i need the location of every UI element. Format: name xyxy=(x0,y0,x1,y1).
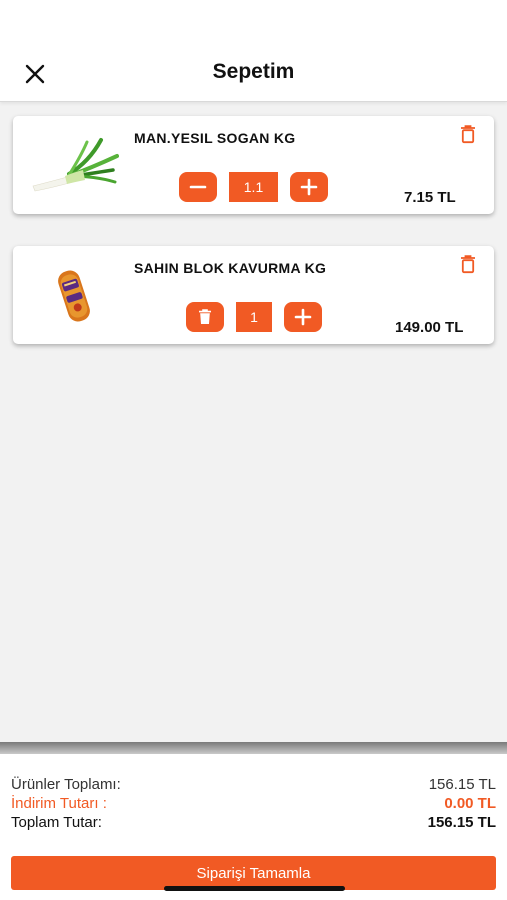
trash-icon xyxy=(199,309,211,324)
quantity-value[interactable]: 1 xyxy=(236,302,272,332)
product-name: MAN.YESIL SOGAN KG xyxy=(134,130,296,146)
products-total-value: 156.15 TL xyxy=(428,776,496,793)
grand-total-label: Toplam Tutar: xyxy=(11,814,102,831)
kavurma-package-image[interactable] xyxy=(53,268,95,324)
home-indicator[interactable] xyxy=(164,886,345,891)
products-total-row: Ürünler Toplamı: 156.15 TL xyxy=(11,776,496,796)
trash-icon[interactable] xyxy=(458,124,478,144)
header-bar: Sepetim xyxy=(0,0,507,102)
grand-total-row: Toplam Tutar: 156.15 TL xyxy=(11,814,496,834)
complete-order-button[interactable]: Siparişi Tamamla xyxy=(11,856,496,890)
discount-row: İndirim Tutarı : 0.00 TL xyxy=(11,795,496,815)
green-onion-image[interactable] xyxy=(29,136,119,192)
increase-quantity-button[interactable] xyxy=(284,302,322,332)
summary-divider xyxy=(0,742,507,754)
products-total-label: Ürünler Toplamı: xyxy=(11,776,121,793)
discount-value: 0.00 TL xyxy=(444,795,496,812)
grand-total-value: 156.15 TL xyxy=(427,814,496,831)
decrease-quantity-button[interactable] xyxy=(179,172,217,202)
quantity-value[interactable]: 1.1 xyxy=(229,172,278,202)
remove-item-button[interactable] xyxy=(186,302,224,332)
item-price: 7.15 TL xyxy=(404,189,456,206)
product-name: SAHIN BLOK KAVURMA KG xyxy=(134,260,327,276)
plus-icon xyxy=(300,178,318,196)
plus-icon xyxy=(294,308,312,326)
item-price: 149.00 TL xyxy=(395,319,464,336)
cart-item: SAHIN BLOK KAVURMA KG 1 149.00 TL xyxy=(13,246,494,344)
discount-label: İndirim Tutarı : xyxy=(11,795,107,812)
page-title: Sepetim xyxy=(212,60,295,83)
increase-quantity-button[interactable] xyxy=(290,172,328,202)
trash-icon[interactable] xyxy=(458,254,478,274)
cart-item: MAN.YESIL SOGAN KG 1.1 7.15 TL xyxy=(13,116,494,214)
minus-icon xyxy=(189,185,207,189)
order-summary: Ürünler Toplamı: 156.15 TL İndirim Tutar… xyxy=(0,754,507,900)
